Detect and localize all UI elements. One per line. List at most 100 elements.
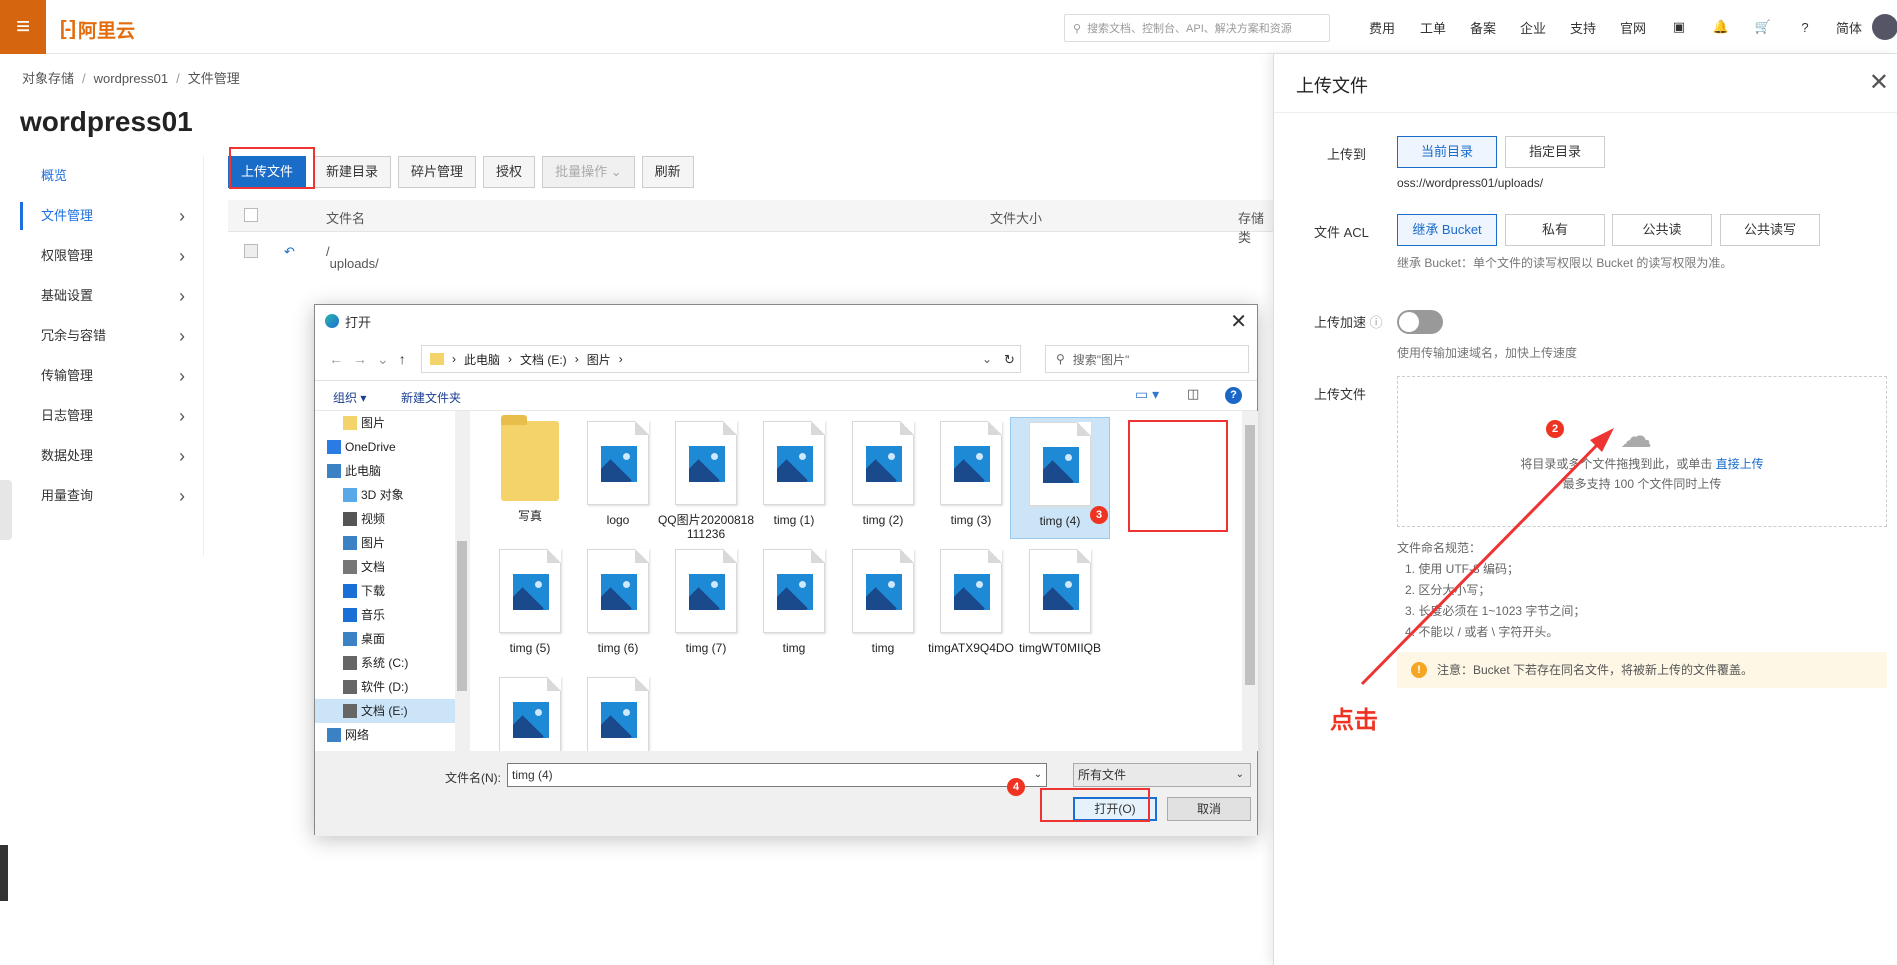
lang-switch[interactable]: 简体 xyxy=(1826,18,1872,37)
nav-enterprise[interactable]: 企业 xyxy=(1508,18,1558,37)
tree-item-documents[interactable]: 文档 xyxy=(315,555,468,579)
filename-input[interactable]: timg (4) xyxy=(507,763,1047,787)
row-checkbox[interactable] xyxy=(244,244,258,261)
table-row[interactable]: ↶ / uploads/ xyxy=(228,232,1273,272)
file-item[interactable]: timg xyxy=(833,545,933,667)
terminal-icon[interactable]: ▣ xyxy=(1658,19,1700,35)
file-item[interactable]: timg (5) xyxy=(480,545,580,667)
close-icon[interactable]: ✕ xyxy=(1230,309,1247,334)
nav-ticket[interactable]: 工单 xyxy=(1408,18,1458,37)
folder-link[interactable]: / uploads/ xyxy=(326,244,379,271)
tree-item-drive-d[interactable]: 软件 (D:) xyxy=(315,675,468,699)
file-item[interactable] xyxy=(568,673,668,751)
file-item[interactable]: logo xyxy=(568,417,668,539)
sidebar-item-basic[interactable]: 基础设置 › xyxy=(0,276,203,316)
acl-public-read-option[interactable]: 公共读 xyxy=(1612,214,1712,246)
tree-item-pictures-quick[interactable]: 图片 xyxy=(315,411,468,435)
upload-file-button[interactable]: 上传文件 xyxy=(228,156,307,188)
path-segment[interactable]: 图片 xyxy=(587,351,611,368)
tree-item-drive-c[interactable]: 系统 (C:) xyxy=(315,651,468,675)
tree-item-3d[interactable]: 3D 对象 xyxy=(315,483,468,507)
file-item[interactable]: timg (1) xyxy=(744,417,844,539)
path-box[interactable]: › 此电脑 › 文档 (E:) › 图片 › xyxy=(421,345,1021,373)
batch-ops-button[interactable]: 批量操作 ⌄ xyxy=(542,156,635,188)
file-item[interactable]: timg (6) xyxy=(568,545,668,667)
current-dir-option[interactable]: 当前目录 xyxy=(1397,136,1497,168)
acl-private-option[interactable]: 私有 xyxy=(1505,214,1605,246)
new-folder-button[interactable]: 新建文件夹 xyxy=(401,389,461,406)
tree-item-network[interactable]: 网络 xyxy=(315,723,468,747)
sidebar-item-processing[interactable]: 数据处理 › xyxy=(0,436,203,476)
drop-zone[interactable]: ☁ 将目录或多个文件拖拽到此，或单击 直接上传 最多支持 100 个文件同时上传 xyxy=(1397,376,1887,527)
file-item[interactable]: timg (3) xyxy=(921,417,1021,539)
nav-fee[interactable]: 费用 xyxy=(1356,18,1408,37)
breadcrumb-oss[interactable]: 对象存储 xyxy=(22,71,74,86)
sidebar-item-redundancy[interactable]: 冗余与容错 › xyxy=(0,316,203,356)
back-icon[interactable]: ↶ xyxy=(284,244,295,260)
select-all-checkbox[interactable] xyxy=(244,208,258,225)
fragments-button[interactable]: 碎片管理 xyxy=(398,156,477,188)
file-item[interactable]: timg (7) xyxy=(656,545,756,667)
help-icon[interactable]: ? xyxy=(1225,387,1242,404)
nav-support[interactable]: 支持 xyxy=(1558,18,1608,37)
nav-filing[interactable]: 备案 xyxy=(1458,18,1508,37)
file-item[interactable]: timg (2) xyxy=(833,417,933,539)
cart-icon[interactable]: 🛒 xyxy=(1742,19,1784,35)
tree-item-videos[interactable]: 视频 xyxy=(315,507,468,531)
filetype-select[interactable]: 所有文件 ⌄ xyxy=(1073,763,1251,787)
path-segment[interactable]: 此电脑 xyxy=(464,351,500,368)
accel-toggle[interactable] xyxy=(1397,310,1443,334)
tree-item-this-pc[interactable]: 此电脑 xyxy=(315,459,468,483)
specified-dir-option[interactable]: 指定目录 xyxy=(1505,136,1605,168)
help-icon[interactable]: ? xyxy=(1784,20,1826,35)
sidebar-item-permission[interactable]: 权限管理 › xyxy=(0,236,203,276)
tree-item-music[interactable]: 音乐 xyxy=(315,603,468,627)
new-dir-button[interactable]: 新建目录 xyxy=(313,156,392,188)
view-mode-icon[interactable]: ▭ ▾ xyxy=(1135,386,1159,403)
file-item[interactable]: timgATX9Q4DO xyxy=(921,545,1021,667)
file-item[interactable]: timg xyxy=(744,545,844,667)
refresh-button[interactable]: 刷新 xyxy=(641,156,694,188)
close-icon[interactable]: ✕ xyxy=(1869,68,1889,97)
bell-icon[interactable]: 🔔 xyxy=(1700,19,1742,35)
back-arrow-icon[interactable]: ← xyxy=(329,351,343,368)
tree-item-desktop[interactable]: 桌面 xyxy=(315,627,468,651)
dialog-search-input[interactable]: ⚲ 搜索"图片" xyxy=(1045,345,1249,373)
file-item[interactable]: timgWT0MIIQB xyxy=(1010,545,1110,667)
tree-scrollbar[interactable] xyxy=(455,411,469,751)
folder-item[interactable]: 写真 xyxy=(480,415,580,539)
up-arrow-icon[interactable]: ↑ xyxy=(399,351,406,368)
chevron-down-icon[interactable]: ⌄ xyxy=(975,345,999,373)
organize-button[interactable]: 组织 ▾ xyxy=(333,389,366,406)
menu-icon[interactable]: ≡ xyxy=(0,0,46,54)
file-item[interactable]: QQ图片20200818111236 xyxy=(656,417,756,541)
path-segment[interactable]: 文档 (E:) xyxy=(520,351,567,368)
acl-inherit-option[interactable]: 继承 Bucket xyxy=(1397,214,1497,246)
recent-chevron-icon[interactable]: ⌄ xyxy=(377,351,389,368)
open-button[interactable]: 打开(O) xyxy=(1073,797,1157,821)
tree-item-drive-e[interactable]: 文档 (E:) xyxy=(315,699,468,723)
refresh-icon[interactable]: ↻ xyxy=(999,345,1021,373)
tree-item-onedrive[interactable]: OneDrive xyxy=(315,435,468,459)
search-input[interactable]: ⚲ 搜索文档、控制台、API、解决方案和资源 xyxy=(1064,14,1330,42)
cancel-button[interactable]: 取消 xyxy=(1167,797,1251,821)
tree-item-pictures[interactable]: 图片 xyxy=(315,531,468,555)
sidebar-item-overview[interactable]: 概览 xyxy=(0,156,203,196)
chevron-down-icon[interactable]: ⌄ xyxy=(1029,763,1047,787)
sidebar-collapse-handle[interactable] xyxy=(0,480,12,540)
acl-public-rw-option[interactable]: 公共读写 xyxy=(1720,214,1820,246)
file-scrollbar[interactable] xyxy=(1242,411,1258,751)
sidebar-item-transfer[interactable]: 传输管理 › xyxy=(0,356,203,396)
avatar[interactable] xyxy=(1872,14,1897,40)
sidebar-item-files[interactable]: 文件管理 › xyxy=(0,196,203,236)
authorize-button[interactable]: 授权 xyxy=(483,156,536,188)
breadcrumb-bucket[interactable]: wordpress01 xyxy=(94,71,168,86)
sidebar-item-usage[interactable]: 用量查询 › xyxy=(0,476,203,516)
sidebar-item-logs[interactable]: 日志管理 › xyxy=(0,396,203,436)
aliyun-logo[interactable]: [-] 阿里云 xyxy=(60,16,135,43)
forward-arrow-icon[interactable]: → xyxy=(353,351,367,368)
preview-pane-icon[interactable]: ◫ xyxy=(1187,386,1199,402)
tree-item-downloads[interactable]: 下载 xyxy=(315,579,468,603)
file-item[interactable] xyxy=(480,673,580,751)
nav-official[interactable]: 官网 xyxy=(1608,18,1658,37)
